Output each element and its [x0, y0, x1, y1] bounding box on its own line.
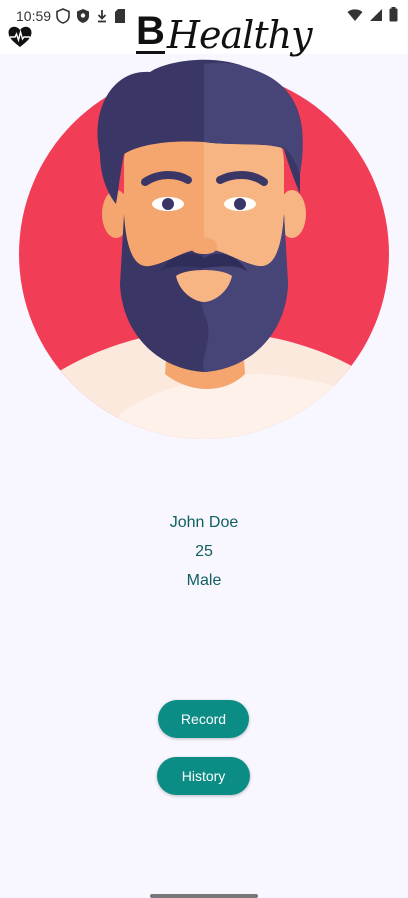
history-button[interactable]: History [157, 757, 250, 795]
brand-title: Healthy [166, 13, 313, 57]
gesture-nav-handle[interactable] [150, 894, 258, 898]
profile-name: John Doe [169, 514, 239, 531]
status-icons-left [56, 8, 126, 24]
profile-avatar [0, 54, 408, 444]
status-icons-right [347, 7, 398, 22]
shield-filled-icon [77, 9, 89, 23]
signal-icon [370, 8, 382, 21]
shield-outline-icon [56, 8, 70, 24]
brand-letter-b: B [136, 9, 165, 54]
profile-age: 25 [195, 543, 213, 560]
record-button[interactable]: Record [158, 700, 249, 738]
profile-gender: Male [186, 572, 222, 589]
status-time: 10:59 [16, 8, 52, 24]
sim-card-icon [115, 9, 125, 23]
heart-pulse-icon[interactable] [8, 26, 32, 48]
download-icon [97, 10, 107, 23]
app-brand: B Healthy [136, 9, 313, 57]
battery-icon [389, 7, 398, 22]
bearded-man-avatar [19, 59, 389, 439]
wifi-icon [347, 8, 363, 21]
